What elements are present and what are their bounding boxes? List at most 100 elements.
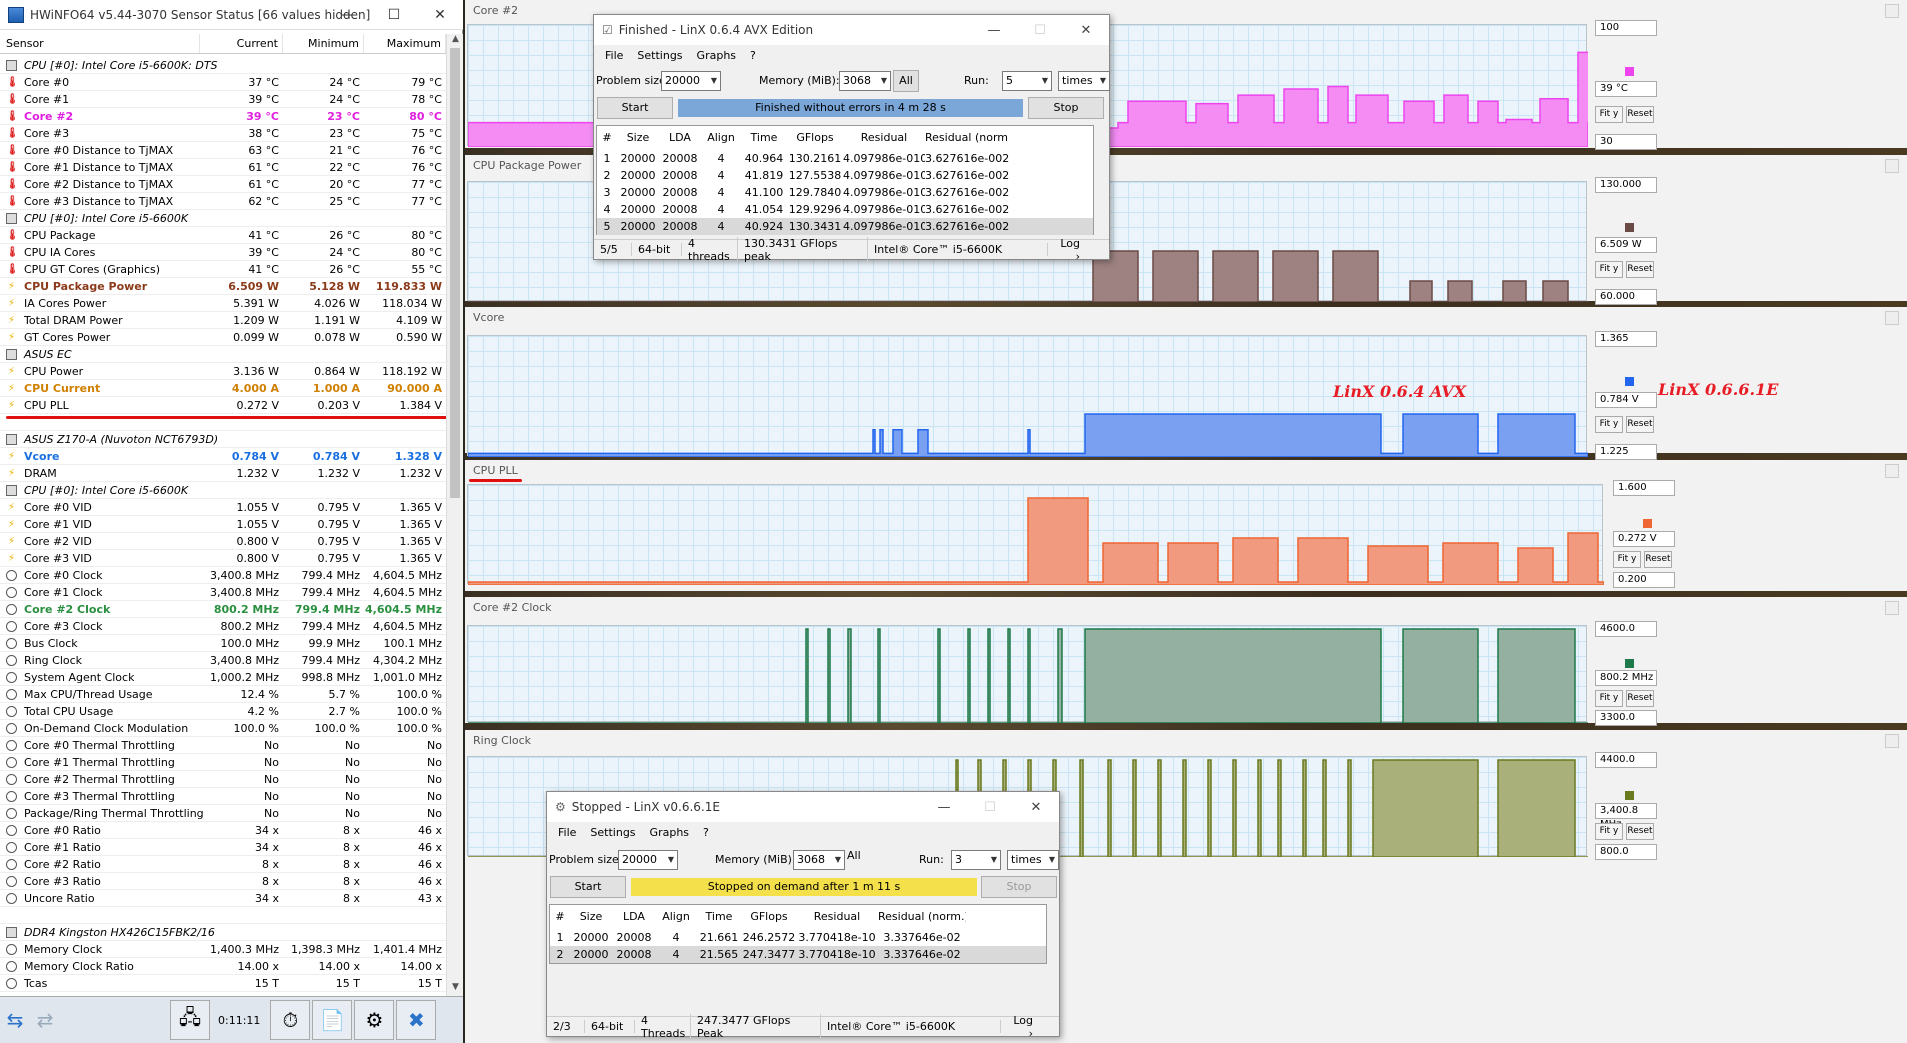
all-memory-button[interactable]: All <box>847 849 873 862</box>
close-x-icon[interactable]: ✖ <box>396 1000 437 1040</box>
scrollbar-thumb[interactable] <box>450 48 460 498</box>
sensor-row[interactable]: Bus Clock 100.0 MHz 99.9 MHz 100.1 MHz <box>0 635 446 652</box>
sensor-row[interactable]: 🌡 Core #2 39 °C 23 °C 80 °C <box>0 108 446 125</box>
graph-close-icon[interactable] <box>1885 4 1899 18</box>
graph-min-value[interactable]: 60.000 <box>1595 289 1657 305</box>
reset-button[interactable]: Reset <box>1626 105 1654 123</box>
scroll-up-icon[interactable]: ▲ <box>447 34 464 48</box>
graph-min-value[interactable]: 0.200 <box>1613 572 1675 588</box>
report-icon[interactable]: 📄 <box>312 1000 353 1040</box>
minimize-icon[interactable]: — <box>971 15 1017 45</box>
sensor-row[interactable]: 🌡 CPU GT Cores (Graphics) 41 °C 26 °C 55 °C <box>0 261 446 278</box>
log-button[interactable]: Log › <box>1001 1014 1039 1040</box>
sensor-row[interactable]: 🌡 Core #1 Distance to TjMAX 61 °C 22 °C 76 °… <box>0 159 446 176</box>
sensor-row[interactable]: 🌡 Core #0 37 °C 24 °C 79 °C <box>0 74 446 91</box>
sensor-row[interactable]: Core #2 Thermal Throttling No No No <box>0 771 446 788</box>
sensor-row[interactable]: Core #2 Clock 800.2 MHz 799.4 MHz 4,604.5 M… <box>0 601 446 618</box>
graph-max-value[interactable]: 100 <box>1595 20 1657 36</box>
col-current[interactable]: Current <box>200 34 283 53</box>
sensor-group-row[interactable]: ASUS Z170-A (Nuvoton NCT6793D) <box>0 431 446 448</box>
table-column-header[interactable]: GFlops <box>742 905 796 929</box>
fit-y-button[interactable]: Fit y <box>1595 416 1623 434</box>
network-icon[interactable]: 🖧 <box>170 1000 210 1040</box>
sensor-row[interactable]: Core #3 Clock 800.2 MHz 799.4 MHz 4,604.5 M… <box>0 618 446 635</box>
menu-item[interactable]: File <box>558 826 576 839</box>
table-row[interactable]: 5 20000 20008 4 40.924 130.3431 4.097986e-010 3… <box>597 218 1093 235</box>
reset-button[interactable]: Reset <box>1626 261 1654 279</box>
menu-item[interactable]: Settings <box>637 49 682 62</box>
table-column-header[interactable]: Size <box>617 126 659 150</box>
sensor-row[interactable]: Uncore Ratio 34 x 8 x 43 x <box>0 890 446 907</box>
menu-item[interactable]: File <box>605 49 623 62</box>
scrollbar[interactable]: ▲ ▼ <box>446 34 463 996</box>
clock-icon[interactable]: ⏱ <box>270 1000 311 1040</box>
run-unit-select[interactable]: times ▼ <box>1058 71 1110 91</box>
graph-close-icon[interactable] <box>1885 311 1899 325</box>
graph-close-icon[interactable] <box>1885 159 1899 173</box>
sensor-row[interactable]: 🌡 Core #0 Distance to TjMAX 63 °C 21 °C 76 °… <box>0 142 446 159</box>
sensor-row[interactable]: Core #0 Ratio 34 x 8 x 46 x <box>0 822 446 839</box>
sensor-row[interactable]: Core #0 Thermal Throttling No No No <box>0 737 446 754</box>
sensor-row[interactable]: Core #1 Clock 3,400.8 MHz 799.4 MHz 4,604.5… <box>0 584 446 601</box>
table-column-header[interactable]: Residual <box>796 905 878 929</box>
table-row[interactable]: 3 20000 20008 4 41.100 129.7840 4.097986e-010 3… <box>597 184 1093 201</box>
fit-y-button[interactable]: Fit y <box>1595 690 1623 708</box>
menu-item[interactable]: Settings <box>590 826 635 839</box>
table-row[interactable]: 1 20000 20008 4 21.661 246.2572 3.770418e-10 3.… <box>550 929 1046 946</box>
table-column-header[interactable]: Time <box>696 905 742 929</box>
all-memory-button[interactable]: All <box>893 70 919 92</box>
sensor-row[interactable]: 🌡 Core #3 38 °C 23 °C 75 °C <box>0 125 446 142</box>
sensor-row[interactable]: Memory Clock 1,400.3 MHz 1,398.3 MHz 1,401.… <box>0 941 446 958</box>
sensor-row[interactable]: Core #0 Clock 3,400.8 MHz 799.4 MHz 4,604.5… <box>0 567 446 584</box>
stop-button[interactable]: Stop <box>1028 97 1104 119</box>
graph-max-value[interactable]: 1.365 <box>1595 331 1657 347</box>
table-column-header[interactable]: LDA <box>659 126 701 150</box>
sensor-group-row[interactable]: CPU [#0]: Intel Core i5-6600K: DTS <box>0 57 446 74</box>
series-color-swatch[interactable] <box>1625 658 1634 668</box>
sensor-row[interactable]: 🌡 CPU IA Cores 39 °C 24 °C 80 °C <box>0 244 446 261</box>
sensor-row[interactable]: Package/Ring Thermal Throttling No No No <box>0 805 446 822</box>
sensor-row[interactable]: ⚡ Core #1 VID 1.055 V 0.795 V 1.365 V <box>0 516 446 533</box>
sensor-row[interactable]: Total CPU Usage 4.2 % 2.7 % 100.0 % <box>0 703 446 720</box>
series-color-swatch[interactable] <box>1625 223 1634 233</box>
fit-y-button[interactable]: Fit y <box>1595 261 1623 279</box>
graph-close-icon[interactable] <box>1885 601 1899 615</box>
series-color-swatch[interactable] <box>1625 377 1634 387</box>
sensor-row[interactable]: ⚡ Vcore 0.784 V 0.784 V 1.328 V <box>0 448 446 465</box>
sensor-row[interactable]: Ring Clock 3,400.8 MHz 799.4 MHz 4,304.2 MH… <box>0 652 446 669</box>
menu-item[interactable]: ? <box>703 826 709 839</box>
linx-titlebar[interactable]: ⚙ Stopped - LinX v0.6.6.1E — ☐ ✕ <box>547 792 1059 822</box>
graph-close-icon[interactable] <box>1885 464 1899 478</box>
chevron-down-icon[interactable]: ▼ <box>1042 72 1048 90</box>
table-column-header[interactable]: # <box>550 905 570 929</box>
settings-gear-icon[interactable]: ⚙ <box>354 1000 395 1040</box>
fit-y-button[interactable]: Fit y <box>1613 551 1641 569</box>
memory-field[interactable]: 3068 ▼ <box>839 71 891 91</box>
sensor-row[interactable]: System Agent Clock 1,000.2 MHz 998.8 MHz 1,… <box>0 669 446 686</box>
run-unit-select[interactable]: times ▼ <box>1007 850 1059 870</box>
table-row[interactable]: 1 20000 20008 4 40.964 130.2161 4.097986e-010 3… <box>597 150 1093 167</box>
graph-close-icon[interactable] <box>1885 734 1899 748</box>
sensor-row[interactable]: Max CPU/Thread Usage 12.4 % 5.7 % 100.0 % <box>0 686 446 703</box>
sensor-row[interactable]: On-Demand Clock Modulation 100.0 % 100.0 %… <box>0 720 446 737</box>
table-column-header[interactable]: Time <box>741 126 787 150</box>
start-button[interactable]: Start <box>597 97 673 119</box>
linx-titlebar[interactable]: ☑ Finished - LinX 0.6.4 AVX Edition — ☐ ✕ <box>594 15 1109 45</box>
close-icon[interactable]: ✕ <box>417 0 463 30</box>
sensor-row[interactable]: Core #3 Ratio 8 x 8 x 46 x <box>0 873 446 890</box>
sensor-row[interactable]: ⚡ DRAM 1.232 V 1.232 V 1.232 V <box>0 465 446 482</box>
col-maximum[interactable]: Maximum <box>364 34 446 53</box>
fit-y-button[interactable]: Fit y <box>1595 823 1623 841</box>
table-row[interactable]: 4 20000 20008 4 41.054 129.9296 4.097986e-010 3… <box>597 201 1093 218</box>
maximize-icon[interactable]: ☐ <box>967 792 1013 822</box>
table-row[interactable]: 2 20000 20008 4 41.819 127.5538 4.097986e-010 3… <box>597 167 1093 184</box>
chevron-down-icon[interactable]: ▼ <box>991 851 997 869</box>
sensor-row[interactable]: ⚡ GT Cores Power 0.099 W 0.078 W 0.590 W <box>0 329 446 346</box>
series-color-swatch[interactable] <box>1625 66 1634 76</box>
maximize-icon[interactable]: ☐ <box>1017 15 1063 45</box>
chevron-down-icon[interactable]: ▼ <box>711 72 717 90</box>
run-count-field[interactable]: 3 ▼ <box>951 850 1001 870</box>
sensor-group-row[interactable]: DDR4 Kingston HX426C15FBK2/16 <box>0 924 446 941</box>
sensor-row[interactable]: ⚡ CPU Package Power 6.509 W 5.128 W 119.833 … <box>0 278 446 295</box>
menu-item[interactable]: ? <box>750 49 756 62</box>
